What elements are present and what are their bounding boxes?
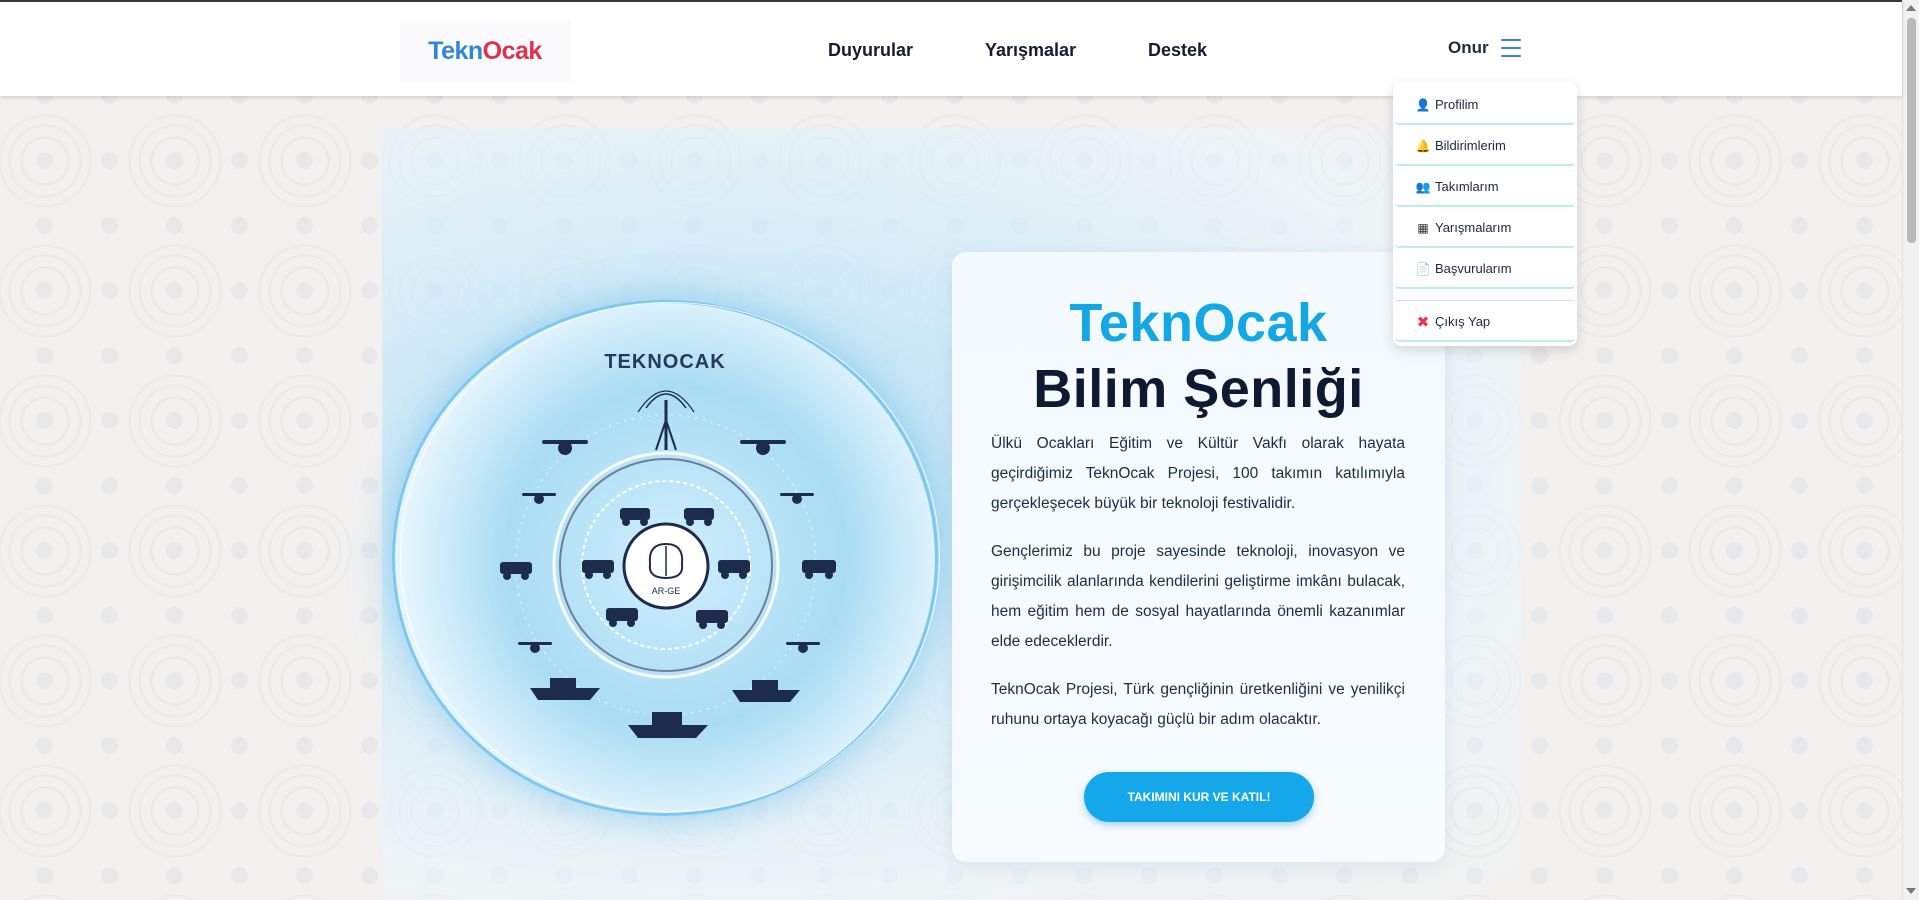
antenna-icon bbox=[637, 390, 695, 451]
scroll-up-arrow-icon[interactable] bbox=[1906, 5, 1916, 11]
checkered-flag-icon: ▦ bbox=[1417, 220, 1429, 235]
menu-divider bbox=[1395, 291, 1575, 301]
nav-link-destek[interactable]: Destek bbox=[1148, 40, 1207, 61]
user-icon: 👤 bbox=[1415, 97, 1431, 112]
menu-item-label: Takımlarım bbox=[1435, 179, 1499, 194]
join-team-button[interactable]: TAKIMINI KUR VE KATIL! bbox=[1084, 772, 1314, 822]
illustration-title: TEKNOCAK bbox=[604, 351, 725, 373]
user-menu-toggle[interactable]: Onur bbox=[1448, 38, 1521, 58]
menu-item-takimlarim[interactable]: 👥 Takımlarım bbox=[1395, 168, 1575, 207]
menu-item-yarismalarim[interactable]: ▦ Yarışmalarım bbox=[1395, 209, 1575, 248]
scroll-down-arrow-icon[interactable] bbox=[1906, 888, 1916, 894]
main-nav: Duyurular Yarışmalar Destek bbox=[0, 40, 1902, 64]
menu-item-label: Başvurularım bbox=[1435, 261, 1512, 276]
menu-item-label: Yarışmalarım bbox=[1435, 220, 1512, 235]
user-dropdown-menu: 👤 Profilim 🔔 Bildirimlerim 👥 Takımlarım … bbox=[1393, 82, 1577, 346]
nav-link-duyurular[interactable]: Duyurular bbox=[828, 40, 913, 61]
bell-icon: 🔔 bbox=[1415, 138, 1431, 153]
nav-link-yarismalar[interactable]: Yarışmalar bbox=[985, 40, 1076, 61]
document-icon: 📄 bbox=[1415, 261, 1431, 276]
team-icon: 👥 bbox=[1415, 179, 1431, 194]
hero-title-line1: TeknOcak bbox=[1069, 293, 1328, 353]
menu-item-basvurularim[interactable]: 📄 Başvurularım bbox=[1395, 250, 1575, 289]
hero-paragraph-2: Gençlerimiz bu proje sayesinde teknoloji… bbox=[991, 543, 1405, 650]
menu-item-label: Bildirimlerim bbox=[1435, 138, 1506, 153]
illustration-center-label: AR-GE bbox=[652, 586, 681, 596]
ship-icons bbox=[530, 678, 800, 738]
page-scrollbar[interactable] bbox=[1902, 0, 1919, 900]
scrollbar-thumb[interactable] bbox=[1907, 18, 1916, 243]
hero-title-line2: Bilim Şenliği bbox=[1033, 359, 1364, 419]
menu-item-bildirimlerim[interactable]: 🔔 Bildirimlerim bbox=[1395, 127, 1575, 166]
menu-item-label: Çıkış Yap bbox=[1435, 314, 1491, 329]
hamburger-icon[interactable] bbox=[1500, 39, 1521, 57]
hero-illustration: TEKNOCAK AR-GE bbox=[500, 351, 836, 738]
menu-item-logout[interactable]: ✖ Çıkış Yap bbox=[1395, 303, 1575, 342]
menu-item-profilim[interactable]: 👤 Profilim bbox=[1395, 86, 1575, 125]
close-icon: ✖ bbox=[1416, 313, 1430, 331]
hero-info-card: TeknOcak Bilim Şenliği Ülkü Ocakları Eği… bbox=[952, 252, 1445, 862]
hero-paragraph-1: Ülkü Ocakları Eğitim ve Kültür Vakfı ola… bbox=[991, 435, 1405, 512]
menu-item-label: Profilim bbox=[1435, 97, 1479, 112]
top-navbar: TeknOcak Duyurular Yarışmalar Destek Onu… bbox=[0, 0, 1902, 96]
user-name: Onur bbox=[1448, 38, 1489, 57]
hero-paragraph-3: TeknOcak Projesi, Türk gençliğinin üretk… bbox=[991, 681, 1405, 728]
